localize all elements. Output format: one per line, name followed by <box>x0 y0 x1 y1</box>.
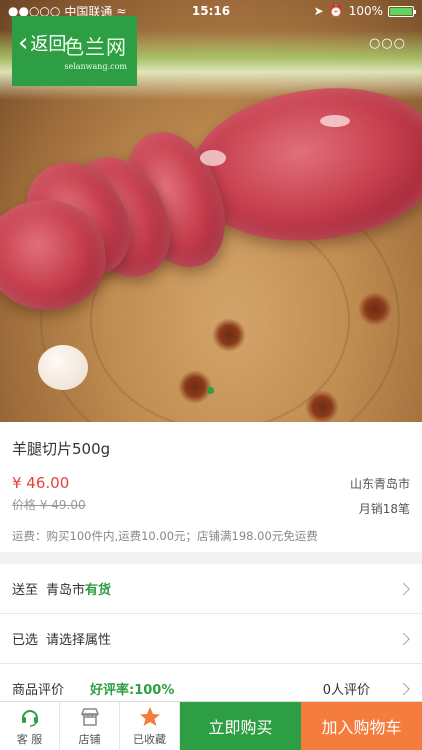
star-anise <box>358 292 392 326</box>
customer-service-label: 客 服 <box>16 733 43 746</box>
seller-location: 山东青岛市 <box>349 477 410 491</box>
buy-now-button[interactable]: 立即购买 <box>180 702 301 750</box>
clock: 15:16 <box>191 4 231 18</box>
delivery-row[interactable]: 送至 青岛市 有货 <box>0 564 422 614</box>
shop-button[interactable]: 店铺 <box>60 702 120 750</box>
shipping-info: 运费：购买100件内,运费10.00元；店铺满198.00元免运费 <box>12 529 318 543</box>
delivery-city: 青岛市 <box>46 583 86 598</box>
monthly-sales: 月销18笔 <box>358 502 410 516</box>
review-count: 0人评价 <box>322 683 370 698</box>
star-anise <box>212 318 246 352</box>
headset-icon <box>19 705 41 729</box>
favorite-label: 已收藏 <box>133 733 166 746</box>
options-list: 送至 青岛市 有货 已选 请选择属性 商品评价 好评率:100% 0人评价 <box>0 564 422 714</box>
chevron-right-icon <box>397 682 410 695</box>
garlic-clove <box>38 345 88 390</box>
alarm-icon: ⏰ <box>328 4 344 18</box>
fat-marbling <box>320 115 350 127</box>
back-label: 返回 <box>30 34 67 55</box>
carousel-indicator[interactable] <box>207 387 214 394</box>
favorite-button[interactable]: 已收藏 <box>120 702 180 750</box>
chevron-left-icon: ‹ <box>18 28 29 58</box>
battery-percent: 100% <box>348 4 383 18</box>
chevron-right-icon <box>397 632 410 645</box>
chevron-right-icon <box>397 582 410 595</box>
review-label: 商品评价 <box>12 683 65 698</box>
location-icon: ➤ <box>313 4 324 18</box>
customer-service-button[interactable]: 客 服 <box>0 702 60 750</box>
stock-status: 有货 <box>85 583 112 598</box>
product-detail-page: ●●○○○ 中国联通 ≈ 15:16 ➤ ⏰ 100% 色兰网 selanwan… <box>0 0 422 750</box>
shop-label: 店铺 <box>78 733 101 746</box>
back-button[interactable]: ‹ 返回 <box>18 30 66 56</box>
product-price: ¥ 46.00 <box>12 474 70 492</box>
selected-value: 请选择属性 <box>46 633 112 648</box>
logo-name: 色兰网 <box>64 35 127 59</box>
more-button[interactable]: ○○○ <box>369 36 406 51</box>
attribute-row[interactable]: 已选 请选择属性 <box>0 614 422 664</box>
original-price: 价格 ¥ 49.00 <box>12 498 86 512</box>
store-icon <box>79 705 101 729</box>
delivery-label: 送至 <box>12 583 39 598</box>
battery-icon <box>388 5 416 17</box>
product-info-card: 羊腿切片500g ¥ 46.00 价格 ¥ 49.00 山东青岛市 月销18笔 … <box>0 422 422 552</box>
bottom-action-bar: 客 服 店铺 已收藏 立即购买 加入购物车 <box>0 701 422 750</box>
status-right: ➤ ⏰ 100% <box>264 4 416 18</box>
star-anise <box>178 370 212 404</box>
add-to-cart-button[interactable]: 加入购物车 <box>301 702 422 750</box>
star-icon <box>138 705 162 729</box>
review-rate: 好评率:100% <box>90 683 175 698</box>
star-anise <box>305 390 339 422</box>
fat-marbling <box>200 150 226 166</box>
product-title: 羊腿切片500g <box>12 440 111 458</box>
logo-url: selanwang.com <box>64 62 127 71</box>
selected-label: 已选 <box>12 633 39 648</box>
